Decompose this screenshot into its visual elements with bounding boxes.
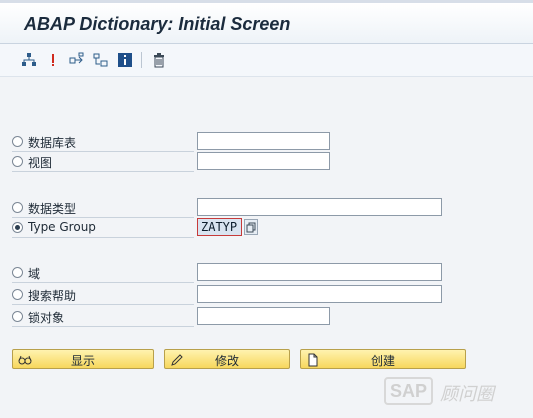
view-input[interactable]: [197, 152, 330, 170]
database-table-label: 数据库表: [28, 136, 77, 150]
watermark: SAP 顾问圈: [384, 377, 524, 405]
type-group-input[interactable]: ZATYP: [197, 218, 242, 236]
display-button-label: 显示: [70, 354, 95, 368]
hierarchy-icon[interactable]: [20, 51, 38, 69]
title-bar: ABAP Dictionary: Initial Screen: [0, 3, 533, 44]
display-button[interactable]: 显示: [12, 349, 154, 369]
row-divider: [12, 237, 194, 238]
where-used-icon[interactable]: [44, 51, 62, 69]
initial-screen-form: 数据库表 视图 数据类型 Type Group ZATYP 域 搜索帮助 锁对象…: [0, 77, 533, 418]
option-row-search-help: 搜索帮助: [12, 285, 442, 305]
toolbar-separator: [141, 52, 142, 68]
domain-input[interactable]: [197, 263, 442, 281]
other-object-icon[interactable]: [92, 51, 110, 69]
type-group-label: Type Group: [28, 220, 96, 234]
view-label: 视图: [28, 156, 53, 170]
search-help-label: 搜索帮助: [28, 289, 77, 303]
domain-label: 域: [28, 267, 41, 281]
row-divider: [12, 326, 194, 327]
view-radio[interactable]: [12, 156, 23, 167]
data-type-radio[interactable]: [12, 202, 23, 213]
change-button-label: 修改: [214, 354, 239, 368]
option-row-view: 视图: [12, 152, 442, 172]
create-button[interactable]: 创建: [300, 349, 466, 369]
data-type-input[interactable]: [197, 198, 442, 216]
lock-object-label: 锁对象: [28, 311, 65, 325]
search-help-radio[interactable]: [12, 289, 23, 300]
option-row-type-group: Type Group ZATYP: [12, 218, 442, 238]
move-icon[interactable]: [68, 51, 86, 69]
watermark-text: 顾问圈: [440, 384, 494, 405]
type-group-radio[interactable]: [12, 222, 23, 233]
data-type-label: 数据类型: [28, 202, 77, 216]
row-divider: [12, 171, 194, 172]
create-button-label: 创建: [370, 354, 395, 368]
watermark-brand: SAP: [384, 377, 434, 405]
option-row-lock-object: 锁对象: [12, 307, 442, 327]
row-divider: [12, 304, 194, 305]
page-title: ABAP Dictionary: Initial Screen: [24, 14, 291, 34]
database-table-input[interactable]: [197, 132, 330, 150]
option-row-database-table: 数据库表: [12, 132, 442, 152]
domain-radio[interactable]: [12, 267, 23, 278]
search-help-input[interactable]: [197, 285, 442, 303]
option-row-data-type: 数据类型: [12, 198, 442, 218]
change-button[interactable]: 修改: [164, 349, 290, 369]
value-help-icon[interactable]: [244, 219, 258, 235]
delete-icon[interactable]: [150, 51, 168, 69]
database-table-radio[interactable]: [12, 136, 23, 147]
option-row-domain: 域: [12, 263, 442, 283]
lock-object-radio[interactable]: [12, 311, 23, 322]
row-divider: [12, 282, 194, 283]
info-icon[interactable]: [116, 51, 134, 69]
application-toolbar: [0, 44, 533, 77]
lock-object-input[interactable]: [197, 307, 330, 325]
